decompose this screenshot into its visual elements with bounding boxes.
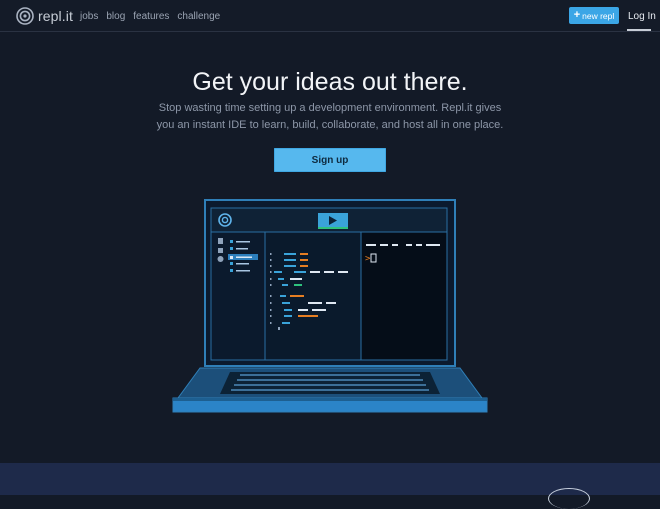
file-icon	[218, 238, 223, 244]
tree-icon	[218, 248, 223, 253]
signup-button[interactable]: Sign up	[274, 148, 386, 172]
nav-link-blog[interactable]: blog	[106, 11, 125, 22]
new-repl-label: new repl	[582, 10, 615, 21]
hero-title: Get your ideas out there.	[192, 68, 468, 96]
plus-icon: +	[573, 9, 581, 21]
nav-link-features[interactable]: features	[133, 11, 169, 22]
hero-subtitle: Stop wasting time setting up a developme…	[156, 102, 504, 131]
top-navbar: repl.it jobs blog features challenge + n…	[0, 0, 660, 32]
nav-link-jobs[interactable]: jobs	[80, 11, 98, 22]
laptop-illustration: >	[172, 199, 488, 413]
svg-text:>: >	[365, 254, 371, 264]
nav-links: jobs blog features challenge	[80, 11, 220, 22]
nav-link-challenge[interactable]: challenge	[177, 11, 220, 22]
logo[interactable]: repl.it	[16, 7, 73, 25]
new-repl-button[interactable]: + new repl	[569, 7, 619, 24]
replit-spiral-icon	[16, 7, 34, 25]
sidebar-icons	[217, 238, 224, 262]
login-active-underline	[627, 29, 651, 31]
decorative-arc	[548, 488, 590, 509]
logo-text: repl.it	[38, 8, 73, 24]
login-link[interactable]: Log In	[628, 11, 656, 22]
gear-icon	[217, 256, 224, 262]
